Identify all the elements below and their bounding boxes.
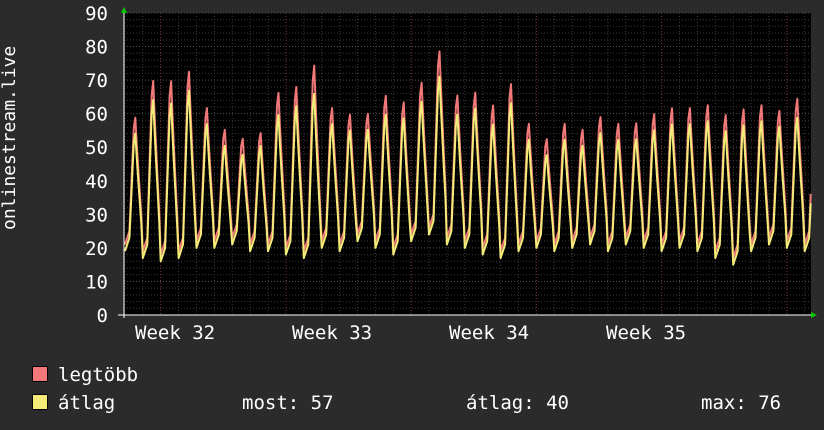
x-tick-label: Week 35 (606, 322, 686, 344)
stat-now: most: 57 (242, 392, 334, 414)
x-axis-arrow (811, 312, 817, 318)
legend-swatch-avg (32, 394, 48, 410)
legend-item-max: legtöbb (32, 364, 138, 386)
x-tick-label: Week 32 (135, 322, 215, 344)
y-tick-label: 60 (85, 104, 108, 126)
legend-label-max: legtöbb (58, 364, 139, 386)
legend-item-avg: átlag (32, 392, 115, 414)
stat-avg: átlag: 40 (466, 392, 569, 414)
x-tick-label: Week 33 (292, 322, 372, 344)
y-tick-label: 20 (85, 238, 108, 260)
y-tick-label: 80 (85, 37, 108, 59)
legend-label-avg: átlag (58, 392, 116, 414)
x-ticks: Week 32 Week 33 Week 34 Week 35 (135, 322, 686, 344)
y-tick-label: 10 (85, 271, 108, 293)
y-axis-label: onlinestream.live (0, 45, 20, 230)
y-tick-label: 40 (85, 171, 108, 193)
x-tick-label: Week 34 (449, 322, 529, 344)
y-tick-label: 50 (85, 137, 108, 159)
y-tick-label: 90 (85, 3, 108, 25)
legend-swatch-max (32, 366, 48, 382)
y-tick-label: 30 (85, 204, 108, 226)
y-ticks: 0 10 20 30 40 50 60 70 80 90 (85, 3, 108, 327)
y-tick-label: 0 (97, 305, 108, 327)
y-tick-label: 70 (85, 70, 108, 92)
y-axis-arrow (121, 7, 127, 13)
stat-max: max: 76 (701, 392, 782, 414)
